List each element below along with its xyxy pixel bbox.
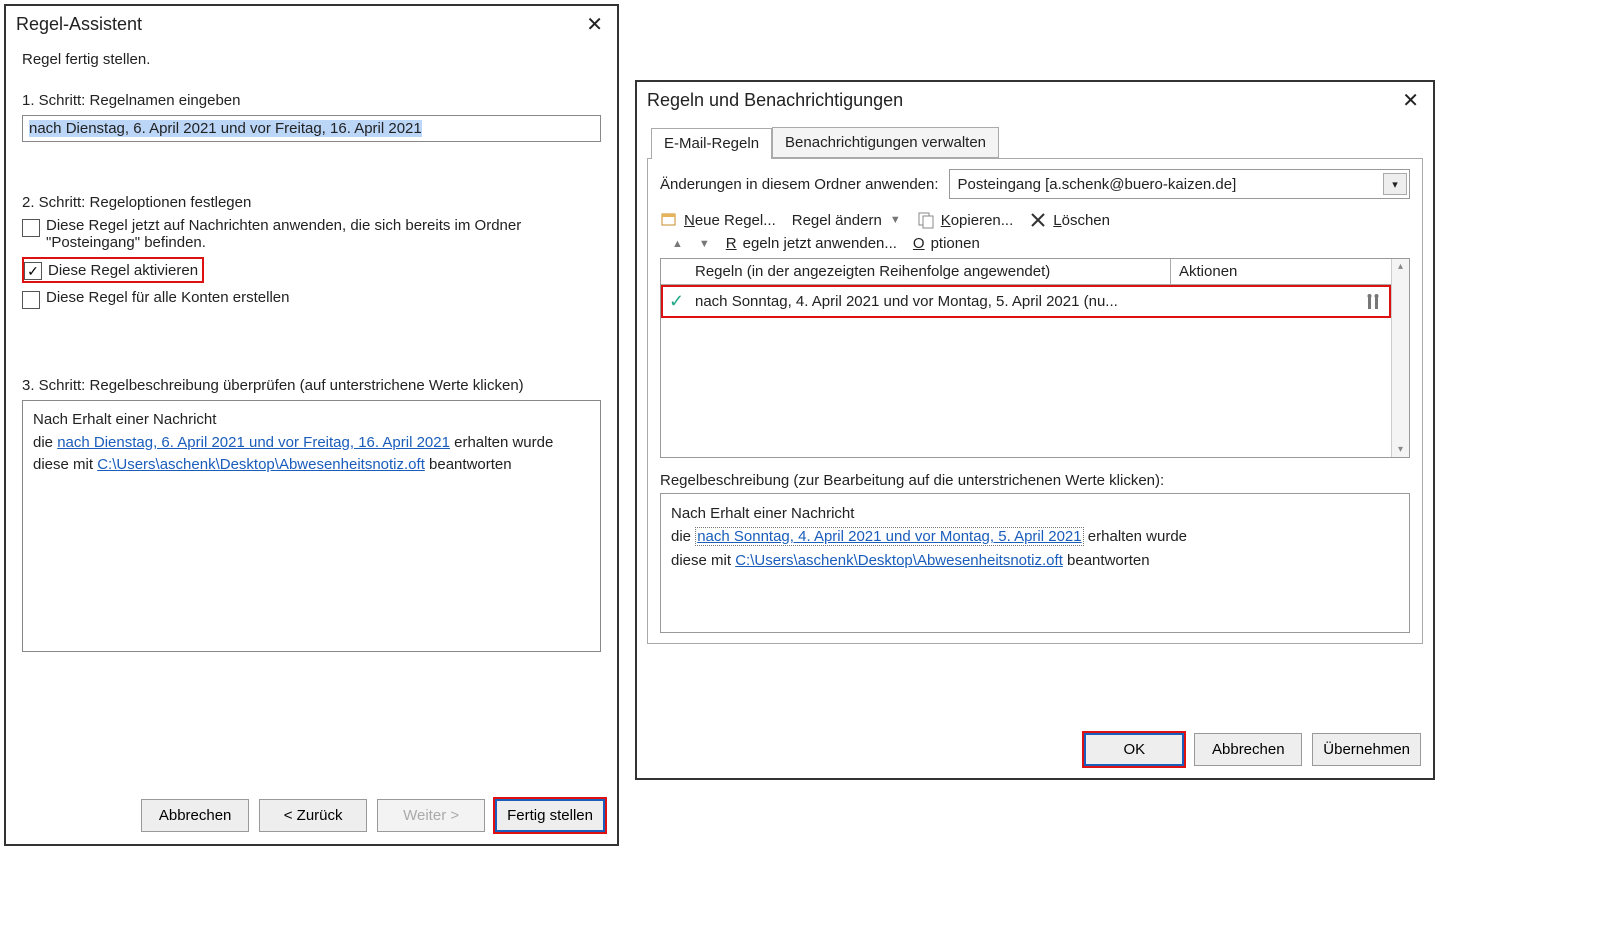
option-all-accounts-label: Diese Regel für alle Konten erstellen [46,289,289,306]
date-range-link[interactable]: nach Dienstag, 6. April 2021 und vor Fre… [57,434,450,451]
cancel-button[interactable]: Abbrechen [1194,733,1302,766]
rule-name-value: nach Dienstag, 6. April 2021 und vor Fre… [29,120,422,137]
col-rules: Regeln (in der angezeigten Reihenfolge a… [661,259,1171,284]
scroll-up-icon[interactable]: ▴ [1398,261,1403,272]
tab-strip: E-Mail-Regeln Benachrichtigungen verwalt… [651,127,1423,158]
template-path-link[interactable]: C:\Users\aschenk\Desktop\Abwesenheitsnot… [97,456,425,473]
step2-label: 2. Schritt: Regeloptionen festlegen [22,194,601,211]
move-up-icon[interactable] [672,238,683,250]
rule-wizard-dialog: Regel-Assistent ✕ Regel fertig stellen. … [4,4,619,846]
close-icon[interactable]: ✕ [1398,88,1423,113]
checkbox-icon[interactable] [24,262,42,280]
rules-notifications-dialog: Regeln und Benachrichtigungen ✕ E-Mail-R… [635,80,1435,780]
chevron-down-icon [890,214,901,226]
option-apply-now-label: Diese Regel jetzt auf Nachrichten anwend… [46,217,586,251]
copy-icon [917,211,935,229]
rules-panel: Änderungen in diesem Ordner anwenden: Po… [647,158,1423,644]
folder-combo[interactable]: Posteingang [a.schenk@buero-kaizen.de] ▾ [949,169,1410,199]
change-rule-button[interactable]: Regel ändern [792,212,901,229]
apply-folder-row: Änderungen in diesem Ordner anwenden: Po… [660,169,1410,199]
desc-line1: Nach Erhalt einer Nachricht [33,409,590,432]
copy-rule-button[interactable]: Kopieren... [917,211,1014,229]
date-range-link[interactable]: nach Sonntag, 4. April 2021 und vor Mont… [697,528,1081,545]
instruction-text: Regel fertig stellen. [22,51,601,68]
checkbox-icon[interactable] [22,291,40,309]
titlebar: Regeln und Benachrichtigungen ✕ [637,82,1433,117]
template-path-link[interactable]: C:\Users\aschenk\Desktop\Abwesenheitsnot… [735,552,1063,569]
rule-desc-label: Regelbeschreibung (zur Bearbeitung auf d… [660,472,1410,489]
dialog-title: Regeln und Benachrichtigungen [647,90,903,111]
close-icon[interactable]: ✕ [582,12,607,37]
ok-button[interactable]: OK [1084,733,1184,766]
scrollbar[interactable]: ▴ ▾ [1391,259,1409,457]
delete-rule-button[interactable]: Löschen [1029,211,1110,229]
options-button[interactable]: Optionen [913,235,980,252]
rules-list-header: Regeln (in der angezeigten Reihenfolge a… [661,259,1391,285]
check-icon[interactable]: ✓ [669,291,689,312]
back-button[interactable]: < Zurück [259,799,367,832]
option-apply-now-row[interactable]: Diese Regel jetzt auf Nachrichten anwend… [22,217,601,251]
next-button: Weiter > [377,799,485,832]
d-line1: Nach Erhalt einer Nachricht [671,502,1399,525]
option-all-accounts-row[interactable]: Diese Regel für alle Konten erstellen [22,289,601,309]
dialog-button-row: OK Abbrechen Übernehmen [1084,733,1421,766]
new-rule-button[interactable]: NNeue Regel...eue Regel... [660,211,776,229]
d-line3: diese mit C:\Users\aschenk\Desktop\Abwes… [671,549,1399,572]
rules-toolbar-2: Regeln jetzt anwenden... Optionen [672,235,1410,252]
desc-line2: die nach Dienstag, 6. April 2021 und vor… [33,432,590,455]
rule-name: nach Sonntag, 4. April 2021 und vor Mont… [695,293,1337,310]
d-line2: die nach Sonntag, 4. April 2021 und vor … [671,525,1399,548]
scroll-down-icon[interactable]: ▾ [1398,444,1403,455]
option-activate-row[interactable]: Diese Regel aktivieren [22,257,204,283]
finish-button[interactable]: Fertig stellen [495,799,605,832]
move-down-icon[interactable] [699,238,710,250]
delete-icon [1029,211,1047,229]
desc-line3: diese mit C:\Users\aschenk\Desktop\Abwes… [33,454,590,477]
folder-combo-value: Posteingang [a.schenk@buero-kaizen.de] [958,176,1237,193]
col-actions: Aktionen [1171,259,1391,284]
cancel-button[interactable]: Abbrechen [141,799,249,832]
apply-button[interactable]: Übernehmen [1312,733,1421,766]
step3-label: 3. Schritt: Regelbeschreibung überprüfen… [22,377,601,394]
run-rules-button[interactable]: Regeln jetzt anwenden... [726,235,897,252]
tools-icon [1365,293,1383,311]
tab-email-rules[interactable]: E-Mail-Regeln [651,128,772,159]
dialog-title: Regel-Assistent [16,14,142,35]
tab-notifications[interactable]: Benachrichtigungen verwalten [772,127,999,158]
rules-list: Regeln (in der angezeigten Reihenfolge a… [660,258,1410,458]
rules-toolbar: NNeue Regel...eue Regel... Regel ändern … [660,211,1410,229]
apply-folder-label: Änderungen in diesem Ordner anwenden: [660,176,939,193]
rule-description-box: Nach Erhalt einer Nachricht die nach Die… [22,400,601,652]
chevron-down-icon[interactable]: ▾ [1383,173,1407,195]
rule-name-input[interactable]: nach Dienstag, 6. April 2021 und vor Fre… [22,115,601,142]
checkbox-icon[interactable] [22,219,40,237]
option-activate-label: Diese Regel aktivieren [48,262,198,279]
rule-row[interactable]: ✓ nach Sonntag, 4. April 2021 und vor Mo… [661,285,1391,318]
new-rule-icon [660,211,678,229]
rule-desc-box: Nach Erhalt einer Nachricht die nach Son… [660,493,1410,633]
rule-action-icons [1343,293,1383,311]
wizard-button-row: Abbrechen < Zurück Weiter > Fertig stell… [6,799,617,832]
step1-label: 1. Schritt: Regelnamen eingeben [22,92,601,109]
titlebar: Regel-Assistent ✕ [6,6,617,41]
